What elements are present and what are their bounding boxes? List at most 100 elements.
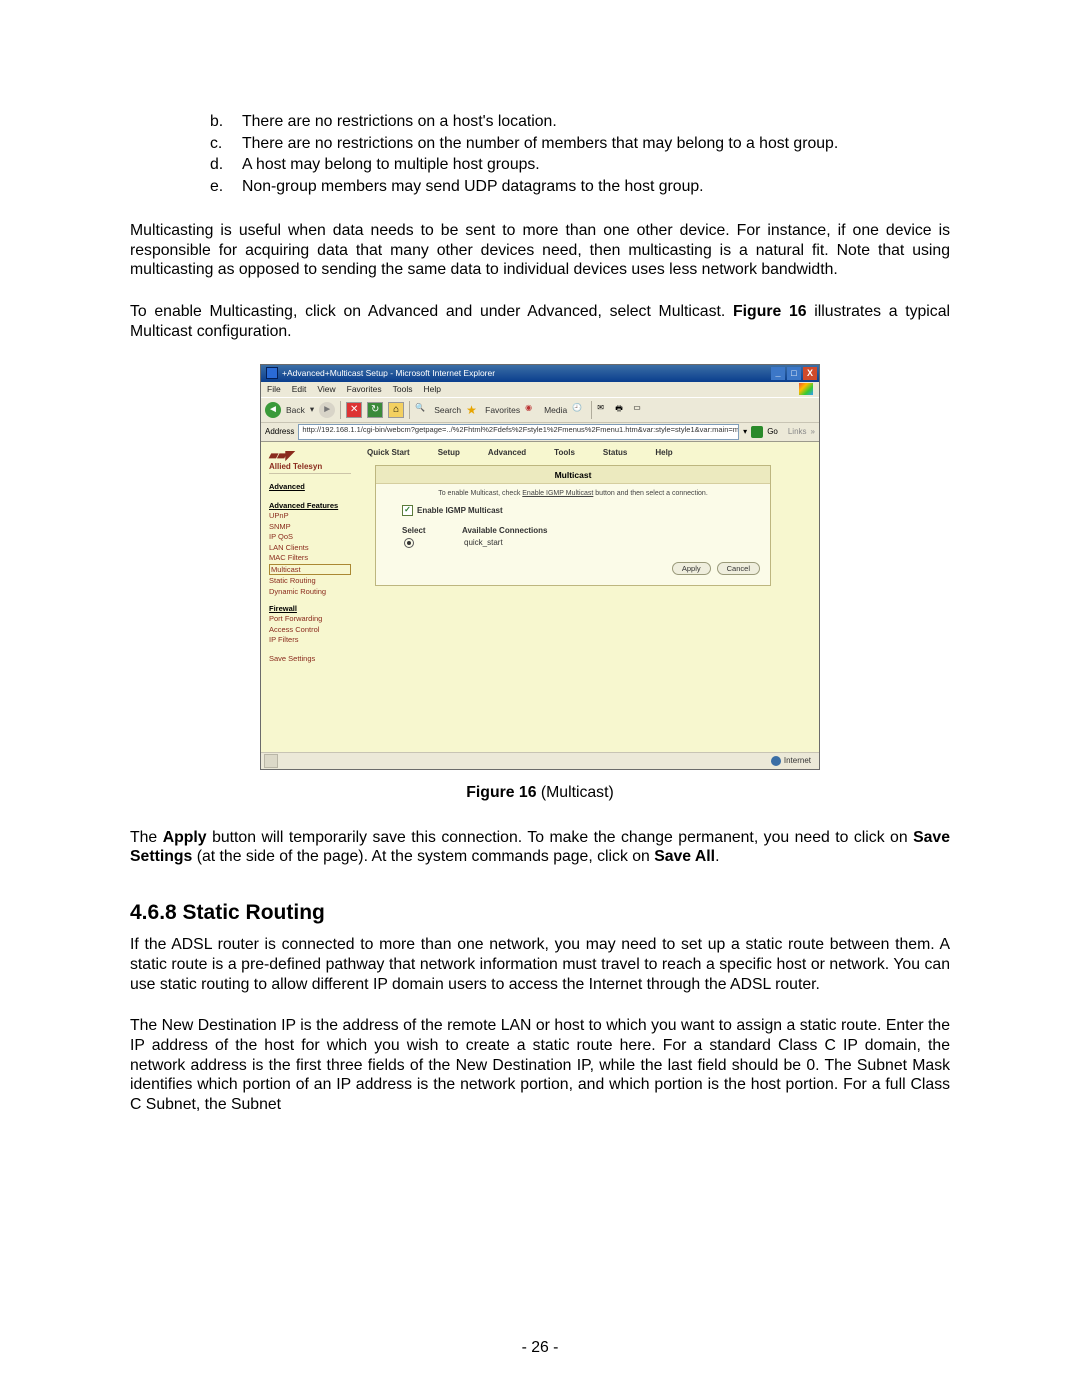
tab-tools[interactable]: Tools [554,448,575,457]
brand-name: Allied Telesyn [269,462,351,471]
favorites-icon[interactable]: ★ [466,403,480,417]
tab-setup[interactable]: Setup [438,448,460,457]
back-label[interactable]: Back [286,405,305,415]
main-area: Quick Start Setup Advanced Tools Status … [357,442,819,752]
menu-help[interactable]: Help [423,384,440,394]
cancel-button[interactable]: Cancel [717,562,760,575]
list-letter: d. [210,155,228,175]
back-button[interactable]: ◄ [265,402,281,418]
sidebar: ▰▰◤ Allied Telesyn Advanced Advanced Fea… [261,442,357,752]
maximize-button[interactable]: □ [787,367,801,380]
address-input[interactable]: http://192.168.1.1/cgi-bin/webcm?getpage… [298,424,739,440]
connection-name: quick_start [464,538,503,547]
tab-advanced[interactable]: Advanced [488,448,526,457]
tab-status[interactable]: Status [603,448,627,457]
search-label[interactable]: Search [434,405,461,415]
multicast-panel: Multicast To enable Multicast, check Ena… [375,465,771,586]
sidebar-item-mac-filters[interactable]: MAC Filters [269,553,351,562]
menu-bar: File Edit View Favorites Tools Help [261,382,819,398]
favorites-label[interactable]: Favorites [485,405,520,415]
internet-zone-label: Internet [784,756,811,765]
address-label: Address [265,427,294,436]
sidebar-item-port-forwarding[interactable]: Port Forwarding [269,614,351,623]
search-icon[interactable]: 🔍 [415,403,429,417]
menu-view[interactable]: View [317,384,335,394]
list-letter: e. [210,177,228,197]
enable-multicast-checkbox[interactable]: ✓ [402,505,413,516]
sidebar-item-snmp[interactable]: SNMP [269,522,351,531]
toolbar-separator [409,401,410,419]
save-all-ref: Save All [654,848,715,865]
window-titlebar: +Advanced+Multicast Setup - Microsoft In… [261,365,819,382]
section-heading: 4.6.8 Static Routing [130,901,950,925]
go-button[interactable] [751,426,763,438]
col-select: Select [386,526,462,535]
sidebar-head-advanced: Advanced [269,482,351,491]
page-number: - 26 - [0,1339,1080,1357]
stop-icon[interactable]: ✕ [346,402,362,418]
apply-ref: Apply [163,829,207,846]
paragraph: Multicasting is useful when data needs t… [130,221,950,280]
edit-icon[interactable]: ▭ [633,403,647,417]
internet-zone-icon [771,756,781,766]
sidebar-item-access-control[interactable]: Access Control [269,625,351,634]
windows-logo-icon [799,383,813,395]
brand-logo: ▰▰◤ Allied Telesyn [269,448,351,474]
sidebar-item-ip-filters[interactable]: IP Filters [269,635,351,644]
panel-hint: To enable Multicast, check Enable IGMP M… [386,490,760,497]
sidebar-head-features: Advanced Features [269,501,351,510]
status-icon [264,754,278,768]
history-icon[interactable]: 🕘 [572,403,586,417]
address-bar: Address http://192.168.1.1/cgi-bin/webcm… [261,423,819,442]
list-letter: b. [210,112,228,132]
top-tabs: Quick Start Setup Advanced Tools Status … [357,442,819,461]
list-item: e. Non-group members may send UDP datagra… [210,177,950,197]
minimize-button[interactable]: _ [771,367,785,380]
enable-multicast-label: Enable IGMP Multicast [417,506,503,515]
figure-ref: Figure 16 [733,303,807,320]
table-row: quick_start [386,538,760,548]
paragraph: The Apply button will temporarily save t… [130,828,950,867]
col-connections: Available Connections [462,526,548,535]
panel-title: Multicast [376,466,770,484]
sidebar-item-lan-clients[interactable]: LAN Clients [269,543,351,552]
sidebar-head-firewall: Firewall [269,604,351,613]
sidebar-item-save-settings[interactable]: Save Settings [269,654,351,663]
toolbar-separator [340,401,341,419]
list-text: Non-group members may send UDP datagrams… [242,177,704,197]
figure-number: Figure 16 [466,784,536,801]
refresh-icon[interactable]: ↻ [367,402,383,418]
menu-edit[interactable]: Edit [292,384,307,394]
home-icon[interactable]: ⌂ [388,402,404,418]
sidebar-item-ipqos[interactable]: IP QoS [269,532,351,541]
enable-multicast-row: ✓ Enable IGMP Multicast [402,505,760,516]
sidebar-item-multicast[interactable]: Multicast [269,564,351,575]
paragraph: If the ADSL router is connected to more … [130,935,950,994]
media-label[interactable]: Media [544,405,567,415]
page-content: ▰▰◤ Allied Telesyn Advanced Advanced Fea… [261,442,819,752]
sidebar-item-upnp[interactable]: UPnP [269,511,351,520]
links-label[interactable]: Links [788,427,807,436]
status-bar: Internet [261,752,819,769]
forward-button[interactable]: ► [319,402,335,418]
menu-tools[interactable]: Tools [393,384,413,394]
close-button[interactable]: X [803,367,817,380]
menu-favorites[interactable]: Favorites [347,384,382,394]
sidebar-item-dynamic-routing[interactable]: Dynamic Routing [269,587,351,596]
paragraph: To enable Multicasting, click on Advance… [130,302,950,341]
list-text: A host may belong to multiple host group… [242,155,540,175]
sidebar-item-static-routing[interactable]: Static Routing [269,576,351,585]
media-icon[interactable]: ◉ [525,403,539,417]
go-label[interactable]: Go [767,427,778,436]
mail-icon[interactable]: ✉ [597,403,611,417]
list-item: c.There are no restrictions on the numbe… [210,134,950,154]
list-item: d. A host may belong to multiple host gro… [210,155,950,175]
list-text: There are no restrictions on a host's lo… [242,112,557,132]
print-icon[interactable]: 🖶 [615,403,629,417]
text: To enable Multicasting, click on Advance… [130,303,733,320]
tab-quick-start[interactable]: Quick Start [367,448,410,457]
apply-button[interactable]: Apply [672,562,711,575]
connection-radio[interactable] [404,538,414,548]
tab-help[interactable]: Help [655,448,672,457]
menu-file[interactable]: File [267,384,281,394]
